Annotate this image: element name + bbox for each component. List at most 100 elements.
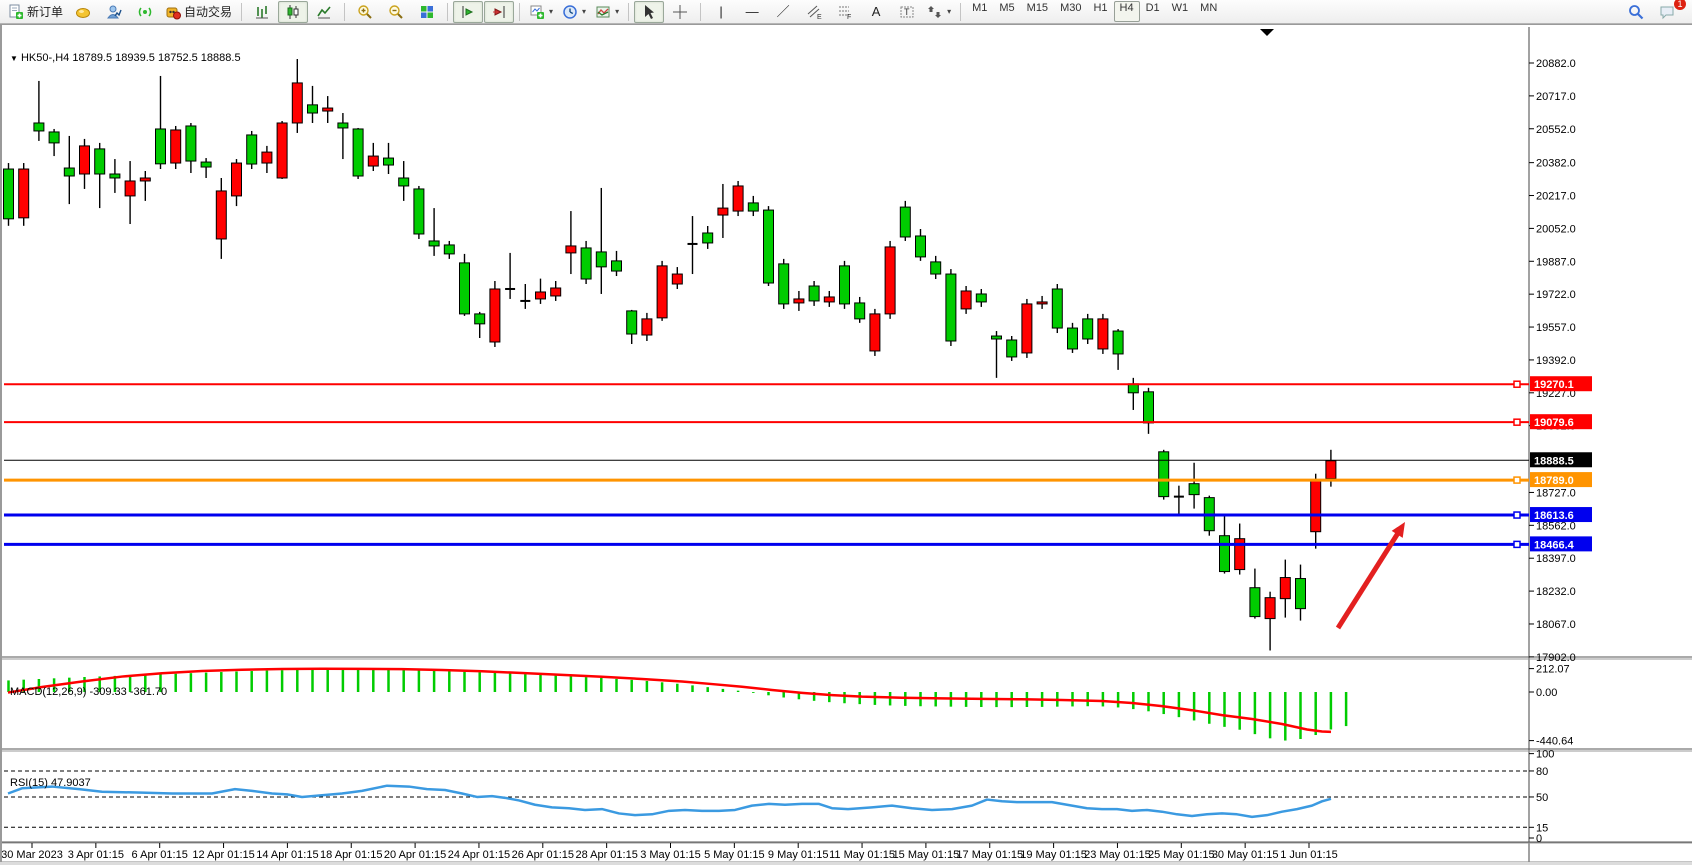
horizontal-line-tool-button[interactable]: —	[737, 1, 767, 23]
bull-candle-body[interactable]	[444, 245, 454, 254]
bear-candle-body[interactable]	[961, 291, 971, 309]
bull-candle-body[interactable]	[976, 294, 986, 302]
period-button[interactable]: ▾	[558, 1, 590, 23]
bull-candle-body[interactable]	[1189, 484, 1199, 495]
search-button[interactable]	[1621, 1, 1651, 23]
bear-candle-body[interactable]	[1280, 578, 1290, 599]
bear-candle-body[interactable]	[733, 186, 743, 211]
bull-candle-body[interactable]	[460, 263, 470, 314]
bull-candle-body[interactable]	[384, 158, 394, 165]
chat-button[interactable]: 1	[1652, 1, 1682, 23]
line-handle[interactable]	[1514, 512, 1520, 518]
new-chart-button[interactable]: ▾	[525, 1, 557, 23]
bear-candle-body[interactable]	[232, 163, 242, 196]
bull-candle-body[interactable]	[596, 252, 606, 267]
bear-candle-body[interactable]	[171, 130, 181, 163]
bear-candle-body[interactable]	[794, 299, 804, 303]
bear-candle-body[interactable]	[1022, 304, 1032, 353]
bull-candle-body[interactable]	[1113, 331, 1123, 354]
bear-candle-body[interactable]	[824, 297, 834, 302]
bull-candle-body[interactable]	[946, 274, 956, 341]
bull-candle-body[interactable]	[779, 264, 789, 304]
bear-candle-body[interactable]	[292, 83, 302, 123]
timeframe-button-m1[interactable]: M1	[966, 1, 993, 22]
line-handle[interactable]	[1514, 419, 1520, 425]
new-order-button[interactable]: 新订单	[4, 1, 67, 23]
bull-candle-body[interactable]	[1220, 536, 1230, 572]
label-tool-button[interactable]: T	[892, 1, 922, 23]
shapes-tool-button[interactable]: ▾	[923, 1, 955, 23]
bar-chart-button[interactable]	[247, 1, 277, 23]
bear-candle-body[interactable]	[1265, 598, 1275, 619]
bull-candle-body[interactable]	[992, 336, 1002, 339]
bull-candle-body[interactable]	[809, 286, 819, 301]
timeframe-button-m15[interactable]: M15	[1021, 1, 1054, 22]
bull-candle-body[interactable]	[308, 105, 318, 113]
bull-candle-body[interactable]	[338, 123, 348, 128]
bear-candle-body[interactable]	[125, 181, 135, 196]
chart-autoscroll-button[interactable]	[484, 1, 514, 23]
template-button[interactable]: ▾	[591, 1, 623, 23]
text-tool-button[interactable]: A	[861, 1, 891, 23]
bull-candle-body[interactable]	[703, 233, 713, 243]
bear-candle-body[interactable]	[536, 292, 546, 299]
bull-candle-body[interactable]	[4, 169, 14, 219]
bear-candle-body[interactable]	[870, 314, 880, 351]
bull-candle-body[interactable]	[748, 203, 758, 211]
bull-candle-body[interactable]	[764, 210, 774, 283]
vertical-line-tool-button[interactable]: |	[706, 1, 736, 23]
trendline-tool-button[interactable]: ／	[768, 1, 798, 23]
bull-candle-body[interactable]	[399, 178, 409, 186]
bull-candle-body[interactable]	[49, 132, 59, 143]
timeframe-button-w1[interactable]: W1	[1166, 1, 1195, 22]
bull-candle-body[interactable]	[414, 189, 424, 234]
bear-candle-body[interactable]	[1037, 302, 1047, 304]
collapse-triangle-icon[interactable]: ▼	[10, 54, 18, 63]
chart-canvas[interactable]: 20882.020717.020552.020382.020217.020052…	[2, 25, 1692, 865]
line-handle[interactable]	[1514, 541, 1520, 547]
bull-candle-body[interactable]	[1083, 319, 1093, 339]
bear-candle-body[interactable]	[80, 146, 90, 174]
zoom-out-button[interactable]	[381, 1, 411, 23]
bull-candle-body[interactable]	[1296, 579, 1306, 609]
bear-candle-body[interactable]	[19, 169, 29, 218]
bull-candle-body[interactable]	[201, 162, 211, 167]
bull-candle-body[interactable]	[612, 261, 622, 271]
bull-candle-body[interactable]	[156, 129, 166, 164]
signal-button[interactable]	[130, 1, 160, 23]
bear-candle-body[interactable]	[657, 266, 667, 318]
tile-windows-button[interactable]	[412, 1, 442, 23]
auto-trading-button[interactable]: 自动交易	[161, 1, 236, 23]
bull-candle-body[interactable]	[110, 174, 120, 178]
line-handle[interactable]	[1514, 381, 1520, 387]
bull-candle-body[interactable]	[95, 149, 105, 174]
timeframe-button-mn[interactable]: MN	[1194, 1, 1223, 22]
bear-candle-body[interactable]	[262, 152, 272, 163]
line-chart-button[interactable]	[309, 1, 339, 23]
channel-tool-button[interactable]: E	[799, 1, 829, 23]
crosshair-tool-button[interactable]	[665, 1, 695, 23]
bull-candle-body[interactable]	[186, 126, 196, 161]
gold-button[interactable]	[68, 1, 98, 23]
bear-candle-body[interactable]	[642, 319, 652, 335]
bull-candle-body[interactable]	[247, 135, 257, 164]
fibonacci-tool-button[interactable]: F	[830, 1, 860, 23]
bull-candle-body[interactable]	[916, 236, 926, 257]
bear-candle-body[interactable]	[1311, 480, 1321, 532]
bull-candle-body[interactable]	[475, 314, 485, 324]
bull-candle-body[interactable]	[1052, 289, 1062, 328]
timeframe-button-h4[interactable]: H4	[1114, 1, 1140, 22]
bear-candle-body[interactable]	[216, 191, 226, 239]
chart-shift-button[interactable]	[453, 1, 483, 23]
line-handle[interactable]	[1514, 477, 1520, 483]
bear-candle-body[interactable]	[368, 156, 378, 166]
bull-candle-body[interactable]	[627, 311, 637, 334]
bear-candle-body[interactable]	[277, 123, 287, 178]
bear-candle-body[interactable]	[490, 289, 500, 342]
bull-candle-body[interactable]	[931, 262, 941, 274]
bull-candle-body[interactable]	[34, 123, 44, 131]
timeframe-button-h1[interactable]: H1	[1087, 1, 1113, 22]
bull-candle-body[interactable]	[1007, 340, 1017, 357]
bull-candle-body[interactable]	[1144, 392, 1154, 423]
bear-candle-body[interactable]	[551, 288, 561, 296]
